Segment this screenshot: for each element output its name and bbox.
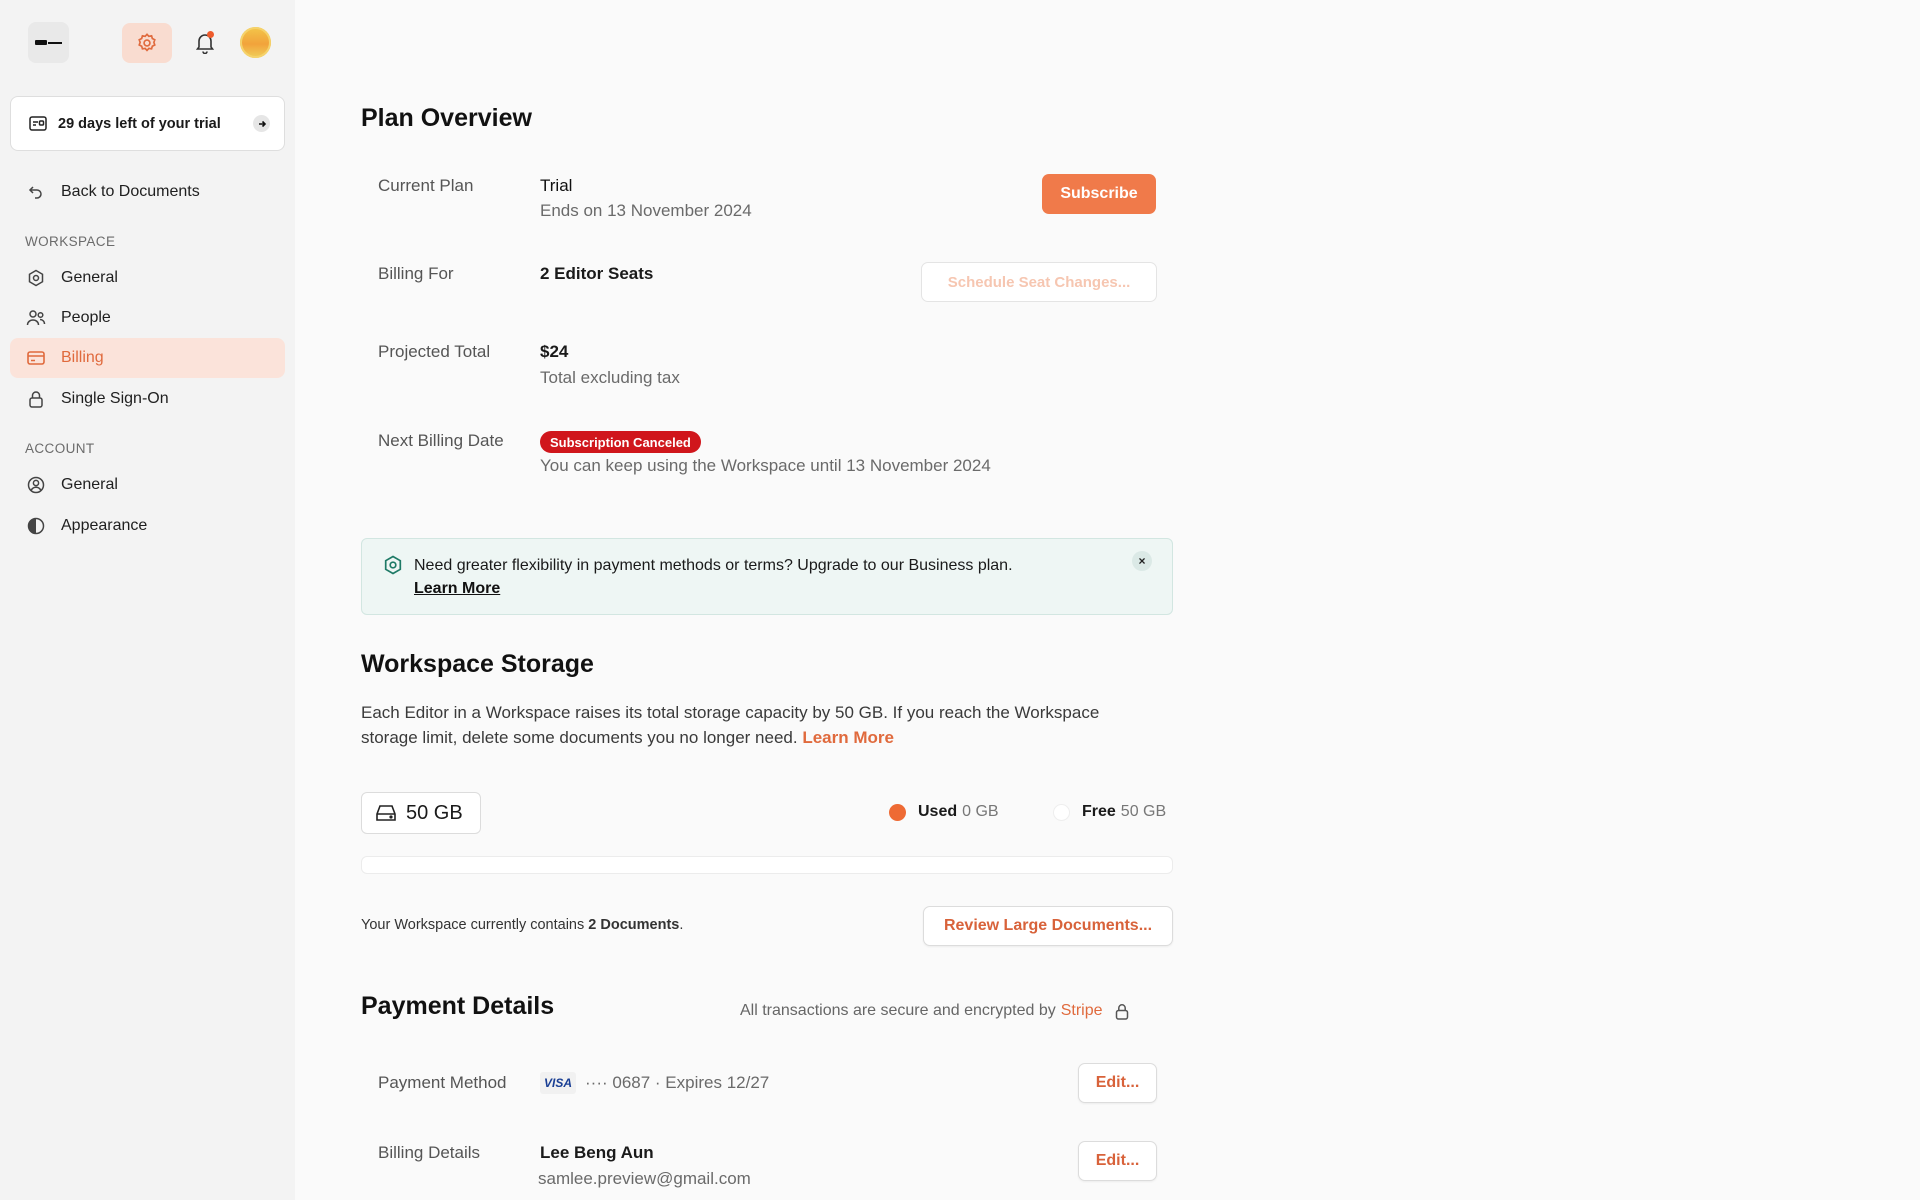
settings-button[interactable] [122,23,172,63]
half-circle-icon [26,516,46,536]
stripe-link[interactable]: Stripe [1061,1002,1103,1020]
edit-billing-details-button[interactable]: Edit... [1078,1141,1157,1181]
used-dot [889,803,906,821]
lock-icon [1115,1003,1128,1020]
sidebar-item-people[interactable]: People [10,298,285,338]
gear-icon [138,33,156,52]
trial-banner[interactable]: 29 days left of your trial [10,96,285,151]
storage-capacity: 50 GB [406,801,463,824]
documents-count-line: Your Workspace currently contains 2 Docu… [361,917,684,933]
used-value: 0 GB [962,803,999,820]
sidebar-item-label: Appearance [61,517,148,534]
workspace-storage-title: Workspace Storage [361,650,594,678]
back-to-documents[interactable]: Back to Documents [10,172,285,212]
storage-description: Each Editor in a Workspace raises its to… [361,703,1100,747]
card-icon [29,116,47,131]
billing-for-label: Billing For [378,264,454,283]
people-icon [26,308,46,328]
billing-for-value: 2 Editor Seats [540,264,654,283]
payment-method-label: Payment Method [378,1073,507,1092]
undo-arrow-icon [26,182,46,202]
current-plan-sub: Ends on 13 November 2024 [540,201,752,220]
arrow-right-icon [253,115,270,132]
avatar[interactable] [240,27,271,58]
account-section-label: ACCOUNT [25,441,95,456]
sidebar-item-label: Single Sign-On [61,390,169,407]
next-billing-sub: You can keep using the Workspace until 1… [540,456,991,475]
storage-capacity-chip: 50 GB [361,792,481,834]
free-value: 50 GB [1120,803,1167,820]
lock-icon [26,389,46,409]
billing-details-email: samlee.preview@gmail.com [538,1169,751,1188]
back-label: Back to Documents [61,183,200,200]
logo-icon [35,40,47,45]
subscribe-button[interactable]: Subscribe [1042,174,1156,214]
sidebar: 29 days left of your trial Back to Docum… [0,0,295,1200]
sidebar-item-workspace-general[interactable]: General [10,258,285,298]
trial-text: 29 days left of your trial [58,115,221,132]
app-logo-button[interactable] [28,22,69,63]
hexagon-gear-icon [384,555,402,575]
banner-text: Need greater flexibility in payment meth… [414,557,1013,574]
notification-dot [207,31,214,38]
used-label: Used [918,803,958,820]
hexagon-gear-icon [26,268,46,288]
schedule-seat-changes-button[interactable]: Schedule Seat Changes... [921,262,1157,302]
billing-details-name: Lee Beng Aun [540,1143,654,1162]
sidebar-item-account-general[interactable]: General [10,465,285,505]
workspace-section-label: WORKSPACE [25,234,116,249]
projected-total-label: Projected Total [378,342,491,361]
credit-card-icon [26,348,46,368]
storage-learn-more-link[interactable]: Learn More [802,728,894,747]
free-dot [1053,803,1070,821]
sidebar-item-label: Billing [61,349,104,366]
visa-icon: VISA [540,1072,576,1094]
upgrade-banner: Need greater flexibility in payment meth… [361,538,1173,615]
payment-details-title: Payment Details [361,992,555,1020]
status-badge: Subscription Canceled [540,431,701,453]
user-circle-icon [26,475,46,495]
hard-drive-icon [376,805,396,821]
sidebar-item-sso[interactable]: Single Sign-On [10,379,285,419]
sidebar-item-billing[interactable]: Billing [10,338,285,378]
legend-used: Used 0 GB [889,803,999,821]
close-icon[interactable]: × [1132,551,1152,571]
sidebar-item-label: General [61,476,118,493]
current-plan-value: Trial [540,176,573,195]
free-label: Free [1082,803,1116,820]
current-plan-label: Current Plan [378,176,474,195]
sidebar-item-appearance[interactable]: Appearance [10,506,285,546]
secure-note: All transactions are secure and encrypte… [740,1002,1129,1020]
card-info: ···· 0687 · Expires 12/27 [585,1073,770,1092]
next-billing-label: Next Billing Date [378,431,504,450]
banner-learn-more-link[interactable]: Learn More [414,580,500,598]
notifications-button[interactable] [190,28,220,58]
billing-details-label: Billing Details [378,1143,481,1162]
projected-total-sub: Total excluding tax [540,368,680,387]
plan-overview-title: Plan Overview [361,104,532,132]
storage-usage-bar [361,856,1173,874]
legend-free: Free 50 GB [1053,803,1166,821]
sidebar-topbar [28,22,295,64]
edit-payment-method-button[interactable]: Edit... [1078,1063,1157,1103]
documents-count: 2 Documents [588,917,680,933]
review-large-documents-button[interactable]: Review Large Documents... [923,906,1173,946]
sidebar-item-label: People [61,309,111,326]
sidebar-item-label: General [61,269,118,286]
projected-total-value: $24 [540,342,569,361]
